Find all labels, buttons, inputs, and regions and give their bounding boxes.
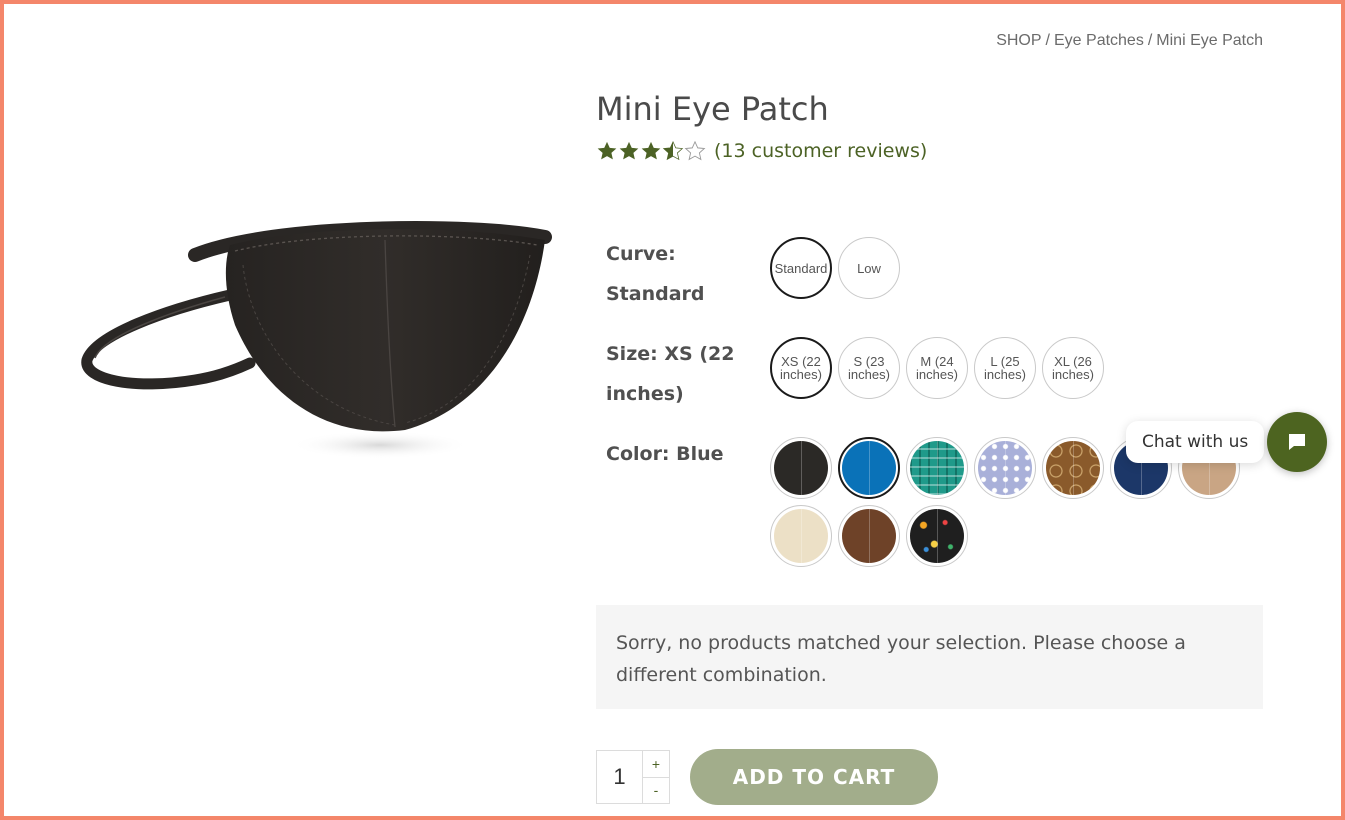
swatch-fill — [842, 509, 896, 563]
confetti-swatch[interactable] — [906, 505, 968, 567]
star-rating — [596, 140, 706, 162]
no-match-notice: Sorry, no products matched your selectio… — [596, 605, 1263, 709]
product-rating: (13 customer reviews) — [596, 140, 927, 162]
breadcrumb-shop[interactable]: SHOP — [996, 32, 1041, 49]
quantity-decrease-button[interactable]: - — [643, 778, 669, 804]
breadcrumb-separator: / — [1045, 32, 1050, 49]
teal-plaid-swatch[interactable] — [906, 437, 968, 499]
star-filled-icon — [641, 141, 661, 160]
color-label-text: Color: — [606, 443, 670, 465]
swatch-fill — [978, 441, 1032, 495]
size-label-text: Size: — [606, 343, 658, 365]
brown-swatch[interactable] — [838, 505, 900, 567]
color-label: Color: Blue — [606, 434, 746, 474]
black-swatch[interactable] — [770, 437, 832, 499]
curve-options: Standard Low — [770, 237, 900, 299]
quantity-increase-button[interactable]: + — [643, 751, 669, 778]
breadcrumb: SHOP / Eye Patches / Mini Eye Patch — [996, 32, 1263, 50]
reviews-link[interactable]: (13 customer reviews) — [714, 140, 927, 162]
product-title: Mini Eye Patch — [596, 90, 829, 128]
curve-option-standard[interactable]: Standard — [770, 237, 832, 299]
star-filled-icon — [619, 141, 639, 160]
swatch-fill — [774, 509, 828, 563]
size-option-l[interactable]: L (25 inches) — [974, 337, 1036, 399]
lavender-dots-swatch[interactable] — [974, 437, 1036, 499]
breadcrumb-separator: / — [1147, 32, 1153, 49]
swatch-fill — [1046, 441, 1100, 495]
color-selected-value: Blue — [676, 443, 724, 465]
star-empty-icon — [684, 140, 706, 161]
swatch-fill — [842, 441, 896, 495]
swatch-fill — [910, 509, 964, 563]
cream-swatch[interactable] — [770, 505, 832, 567]
add-to-cart-button[interactable]: ADD TO CART — [690, 749, 938, 805]
breadcrumb-current: Mini Eye Patch — [1156, 32, 1263, 49]
size-option-s[interactable]: S (23 inches) — [838, 337, 900, 399]
swatch-fill — [774, 441, 828, 495]
size-option-m[interactable]: M (24 inches) — [906, 337, 968, 399]
star-half-icon — [662, 140, 684, 161]
quantity-input[interactable] — [597, 751, 643, 803]
size-label: Size: XS (22 inches) — [606, 334, 746, 414]
curve-option-low[interactable]: Low — [838, 237, 900, 299]
size-option-xs[interactable]: XS (22 inches) — [770, 337, 832, 399]
brown-paisley-swatch[interactable] — [1042, 437, 1104, 499]
chat-prompt[interactable]: Chat with us — [1126, 421, 1265, 463]
blue-swatch[interactable] — [838, 437, 900, 499]
chat-icon — [1289, 434, 1305, 450]
star-filled-icon — [597, 141, 617, 160]
curve-label: Curve: Standard — [606, 234, 746, 314]
swatch-fill — [910, 441, 964, 495]
product-image — [81, 221, 552, 459]
size-options: XS (22 inches) S (23 inches) M (24 inche… — [770, 337, 1104, 399]
quantity-stepper: + - — [596, 750, 670, 804]
breadcrumb-category[interactable]: Eye Patches — [1054, 32, 1144, 49]
chat-button[interactable] — [1267, 412, 1327, 472]
curve-selected-value: Standard — [606, 283, 705, 305]
size-option-xl[interactable]: XL (26 inches) — [1042, 337, 1104, 399]
curve-label-text: Curve: — [606, 243, 676, 265]
quantity-buttons: + - — [643, 751, 669, 803]
